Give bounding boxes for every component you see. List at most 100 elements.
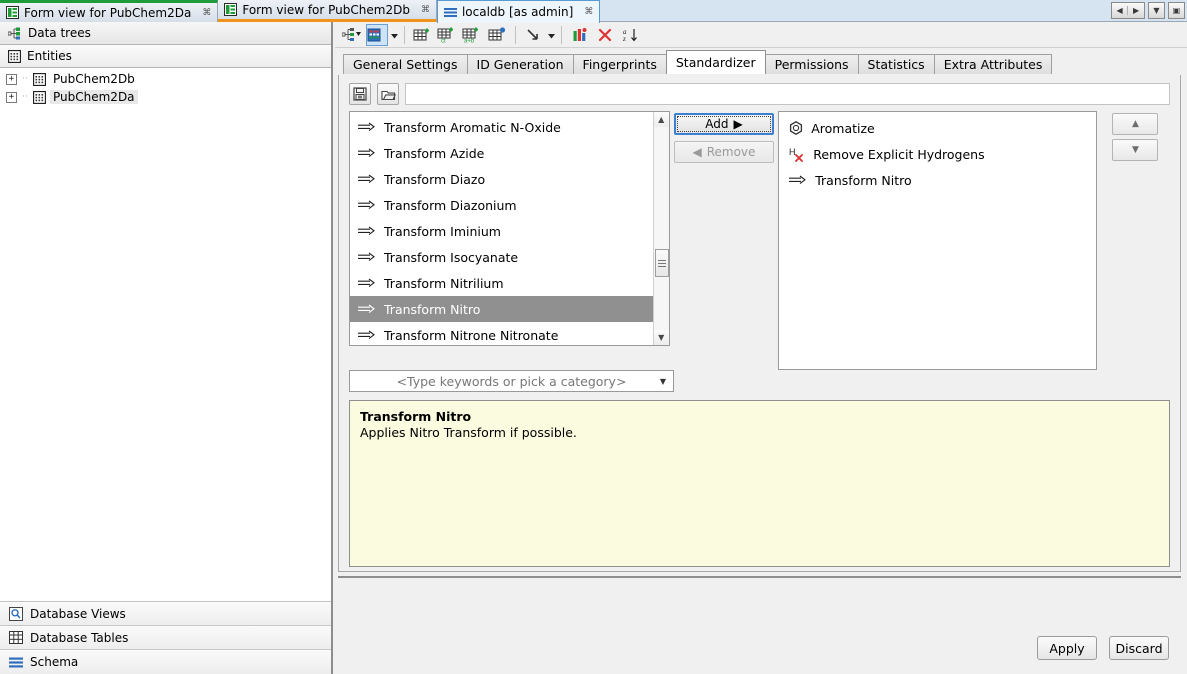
tab-statistics[interactable]: Statistics — [858, 54, 935, 74]
list-item[interactable]: Transform Diazo — [350, 166, 653, 192]
close-icon[interactable]: ⌘ — [421, 5, 430, 15]
restore-window-button[interactable]: ▣ — [1168, 2, 1185, 19]
list-item[interactable]: Transform Diazonium — [350, 192, 653, 218]
data-trees-icon — [8, 27, 22, 40]
list-item-label: Aromatize — [811, 121, 875, 136]
add-button-label: Add — [705, 117, 728, 131]
database-views-icon — [9, 607, 23, 621]
sort-az-icon[interactable]: a z — [619, 24, 641, 46]
svg-text:a+b: a+b — [464, 38, 475, 43]
tree-node-label: PubChem2Db — [50, 72, 138, 86]
open-folder-icon[interactable] — [377, 83, 399, 105]
sidebar-item-schema[interactable]: Schema — [0, 650, 331, 674]
close-icon[interactable]: ⌘ — [202, 8, 211, 18]
window-tab-form-view-pubchem2db[interactable]: Form view for PubChem2Db ⌘ — [218, 0, 437, 22]
scrollbar-thumb[interactable] — [655, 249, 669, 277]
sidebar-item-label: Schema — [30, 655, 78, 669]
footer-buttons: Apply Discard — [1037, 636, 1169, 660]
tab-fingerprints[interactable]: Fingerprints — [573, 54, 667, 74]
list-item[interactable]: Aromatize — [779, 115, 1096, 141]
database-icon — [444, 7, 457, 18]
sidebar-item-label: Database Tables — [30, 631, 128, 645]
action-transfer-columns: Transform Aromatic N-Oxide Transform Azi… — [339, 111, 1180, 370]
save-floppy-icon[interactable] — [349, 83, 371, 105]
list-item-label: Transform Nitrilium — [384, 276, 504, 291]
discard-button[interactable]: Discard — [1109, 636, 1169, 660]
tree-node-pubchem2da[interactable]: + ·· PubChem2Da — [0, 88, 331, 106]
available-list-scrollbar[interactable]: ▲ ▼ — [653, 112, 669, 345]
scroll-up-arrow-icon[interactable]: ▲ — [654, 112, 669, 127]
data-trees-label: Data trees — [28, 26, 91, 40]
list-item[interactable]: H Remove Explicit Hydrogens — [779, 141, 1096, 167]
remove-button[interactable]: ◀ Remove — [674, 141, 774, 163]
list-item-label: Transform Aromatic N-Oxide — [384, 120, 561, 135]
chevron-down-icon[interactable]: ▼ — [660, 377, 666, 386]
delete-x-icon[interactable] — [594, 24, 616, 46]
move-down-button[interactable]: ▼ — [1112, 139, 1158, 161]
list-item[interactable]: Transform Nitrilium — [350, 270, 653, 296]
tab-permissions[interactable]: Permissions — [765, 54, 859, 74]
main-toolbar: ct a+b — [335, 22, 1187, 48]
entity-tree: + ·· PubChem2Db + ·· — [0, 68, 331, 601]
new-table-ct-icon[interactable]: ct — [437, 24, 459, 46]
table-grid-icon[interactable] — [366, 24, 388, 46]
tree-node-pubchem2db[interactable]: + ·· PubChem2Db — [0, 70, 331, 88]
list-item[interactable]: Transform Isocyanate — [350, 244, 653, 270]
next-arrow-icon[interactable]: ▶ — [1128, 6, 1144, 15]
new-table-dot-icon[interactable] — [487, 24, 509, 46]
standardizer-panel: Transform Aromatic N-Oxide Transform Azi… — [338, 75, 1181, 572]
remove-hydrogens-icon: H — [789, 147, 805, 162]
window-tab-localdb[interactable]: localdb [as admin] ⌘ — [437, 0, 600, 23]
available-actions-list[interactable]: Transform Aromatic N-Oxide Transform Azi… — [349, 111, 670, 346]
tab-standardizer[interactable]: Standardizer — [666, 50, 766, 74]
apply-button[interactable]: Apply — [1037, 636, 1097, 660]
schema-icon — [9, 657, 23, 668]
sidebar-item-database-tables[interactable]: Database Tables — [0, 626, 331, 650]
list-item-label: Transform Nitro — [384, 302, 480, 317]
scroll-down-arrow-icon[interactable]: ▼ — [654, 330, 669, 345]
transform-arrow-icon — [358, 278, 376, 288]
category-filter-combo[interactable]: <Type keywords or pick a category> ▼ — [349, 370, 674, 392]
new-table-icon[interactable] — [412, 24, 434, 46]
list-item[interactable]: Transform Nitrone Nitronate — [350, 322, 653, 346]
close-icon[interactable]: ⌘ — [584, 7, 593, 17]
transform-arrow-icon — [358, 200, 376, 210]
list-item[interactable]: Transform Aromatic N-Oxide — [350, 114, 653, 140]
tree-node-label: PubChem2Da — [50, 90, 138, 104]
window-tab-form-view-pubchem2da[interactable]: Form view for PubChem2Da ⌘ — [0, 0, 218, 22]
expand-icon[interactable]: + — [6, 74, 17, 85]
chart-bars-icon[interactable] — [569, 24, 591, 46]
tab-label: Fingerprints — [583, 57, 657, 72]
tab-label: Standardizer — [676, 55, 756, 70]
tab-extra-attributes[interactable]: Extra Attributes — [934, 54, 1053, 74]
add-button[interactable]: Add ▶ — [674, 113, 774, 135]
move-up-button[interactable]: ▲ — [1112, 113, 1158, 135]
window-controls: ◀ ▶ ▼ ▣ — [1111, 2, 1185, 19]
entities-label: Entities — [27, 49, 72, 63]
config-path-input[interactable] — [405, 83, 1170, 105]
tree-connector: ·· — [21, 92, 29, 102]
toolbar-separator — [561, 26, 563, 44]
expand-icon[interactable]: + — [6, 92, 17, 103]
data-trees-header[interactable]: Data trees — [0, 22, 331, 45]
data-tree-icon[interactable] — [341, 24, 363, 46]
description-text: Applies Nitro Transform if possible. — [360, 425, 1159, 441]
tab-general-settings[interactable]: General Settings — [343, 54, 468, 74]
svg-text:H: H — [789, 147, 796, 157]
entity-icon — [33, 91, 46, 104]
list-item[interactable]: Transform Azide — [350, 140, 653, 166]
tab-list-dropdown-button[interactable]: ▼ — [1148, 2, 1165, 19]
form-view-icon — [224, 3, 237, 16]
selected-actions-list[interactable]: Aromatize H Remove Explicit Hydrogens — [778, 111, 1097, 370]
new-table-ab-icon[interactable]: a+b — [462, 24, 484, 46]
arrow-link-icon[interactable] — [523, 24, 545, 46]
entities-header[interactable]: Entities — [0, 45, 331, 68]
list-item[interactable]: Transform Nitro — [779, 167, 1096, 193]
list-item[interactable]: Transform Iminium — [350, 218, 653, 244]
list-item-selected[interactable]: Transform Nitro — [350, 296, 653, 322]
tab-id-generation[interactable]: ID Generation — [467, 54, 574, 74]
prev-arrow-icon[interactable]: ◀ — [1112, 6, 1128, 15]
toolbar-separator — [515, 26, 517, 44]
sidebar-item-database-views[interactable]: Database Views — [0, 602, 331, 626]
nav-arrows-button[interactable]: ◀ ▶ — [1111, 2, 1145, 19]
